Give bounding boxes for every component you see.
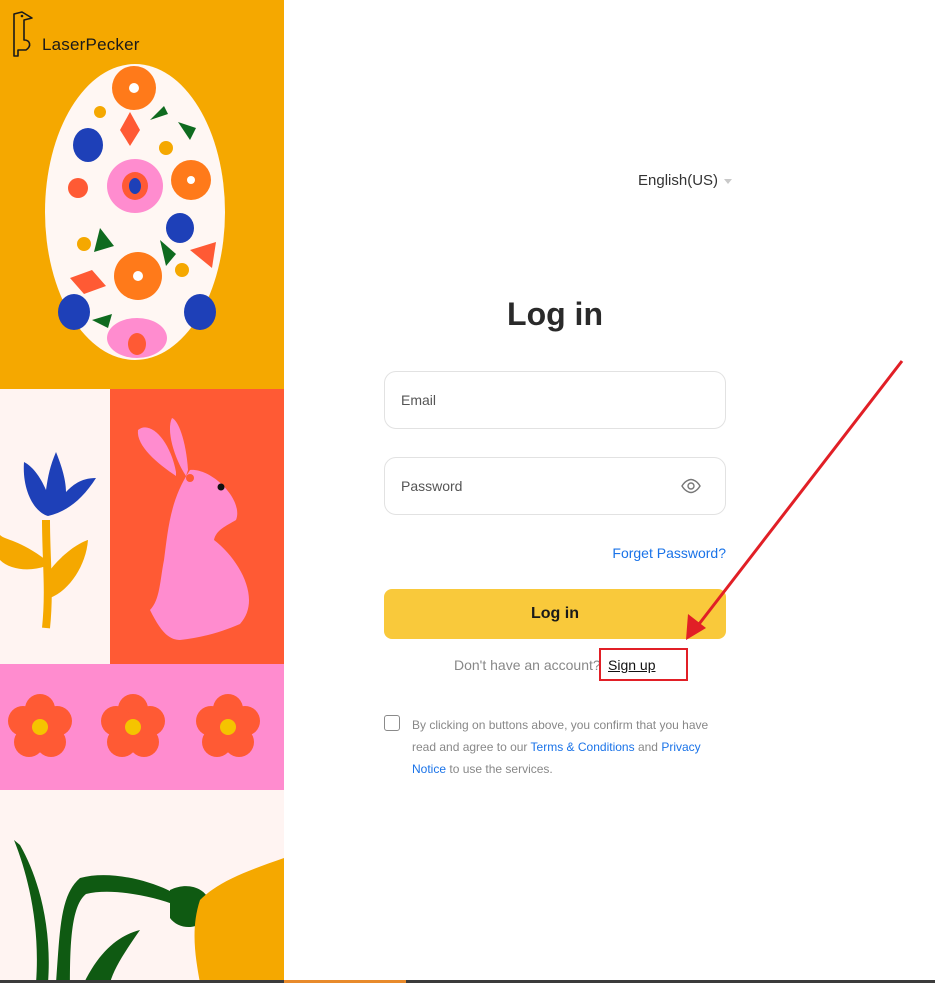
language-selector[interactable]: English(US) (638, 172, 733, 189)
hero-artwork: LaserPecker (0, 0, 284, 983)
no-account-text: Don't have an account? (454, 657, 601, 673)
page-title: Log in (507, 296, 603, 332)
eye-icon[interactable] (681, 478, 701, 494)
email-input[interactable] (385, 372, 725, 428)
language-label: English(US) (638, 172, 719, 189)
email-field[interactable] (384, 371, 726, 429)
consent-text-after: to use the services. (449, 762, 553, 776)
terms-link[interactable]: Terms & Conditions (531, 740, 635, 754)
consent-checkbox[interactable] (384, 715, 400, 731)
password-field[interactable] (384, 457, 726, 515)
woodpecker-logo-icon (13, 11, 33, 57)
consent-text: By clicking on buttons above, you confir… (412, 714, 722, 780)
brand-name: LaserPecker (42, 35, 140, 54)
flower-row (8, 694, 260, 757)
password-input[interactable] (385, 458, 725, 514)
easter-illustration (0, 0, 284, 983)
annotation-highlight-box (599, 648, 688, 681)
caret-down-icon (724, 179, 733, 184)
brand-logo[interactable]: LaserPecker (10, 10, 140, 58)
consent-text-and: and (637, 740, 658, 754)
login-button[interactable]: Log in (384, 589, 726, 639)
forgot-password-link[interactable]: Forget Password? (612, 545, 726, 561)
